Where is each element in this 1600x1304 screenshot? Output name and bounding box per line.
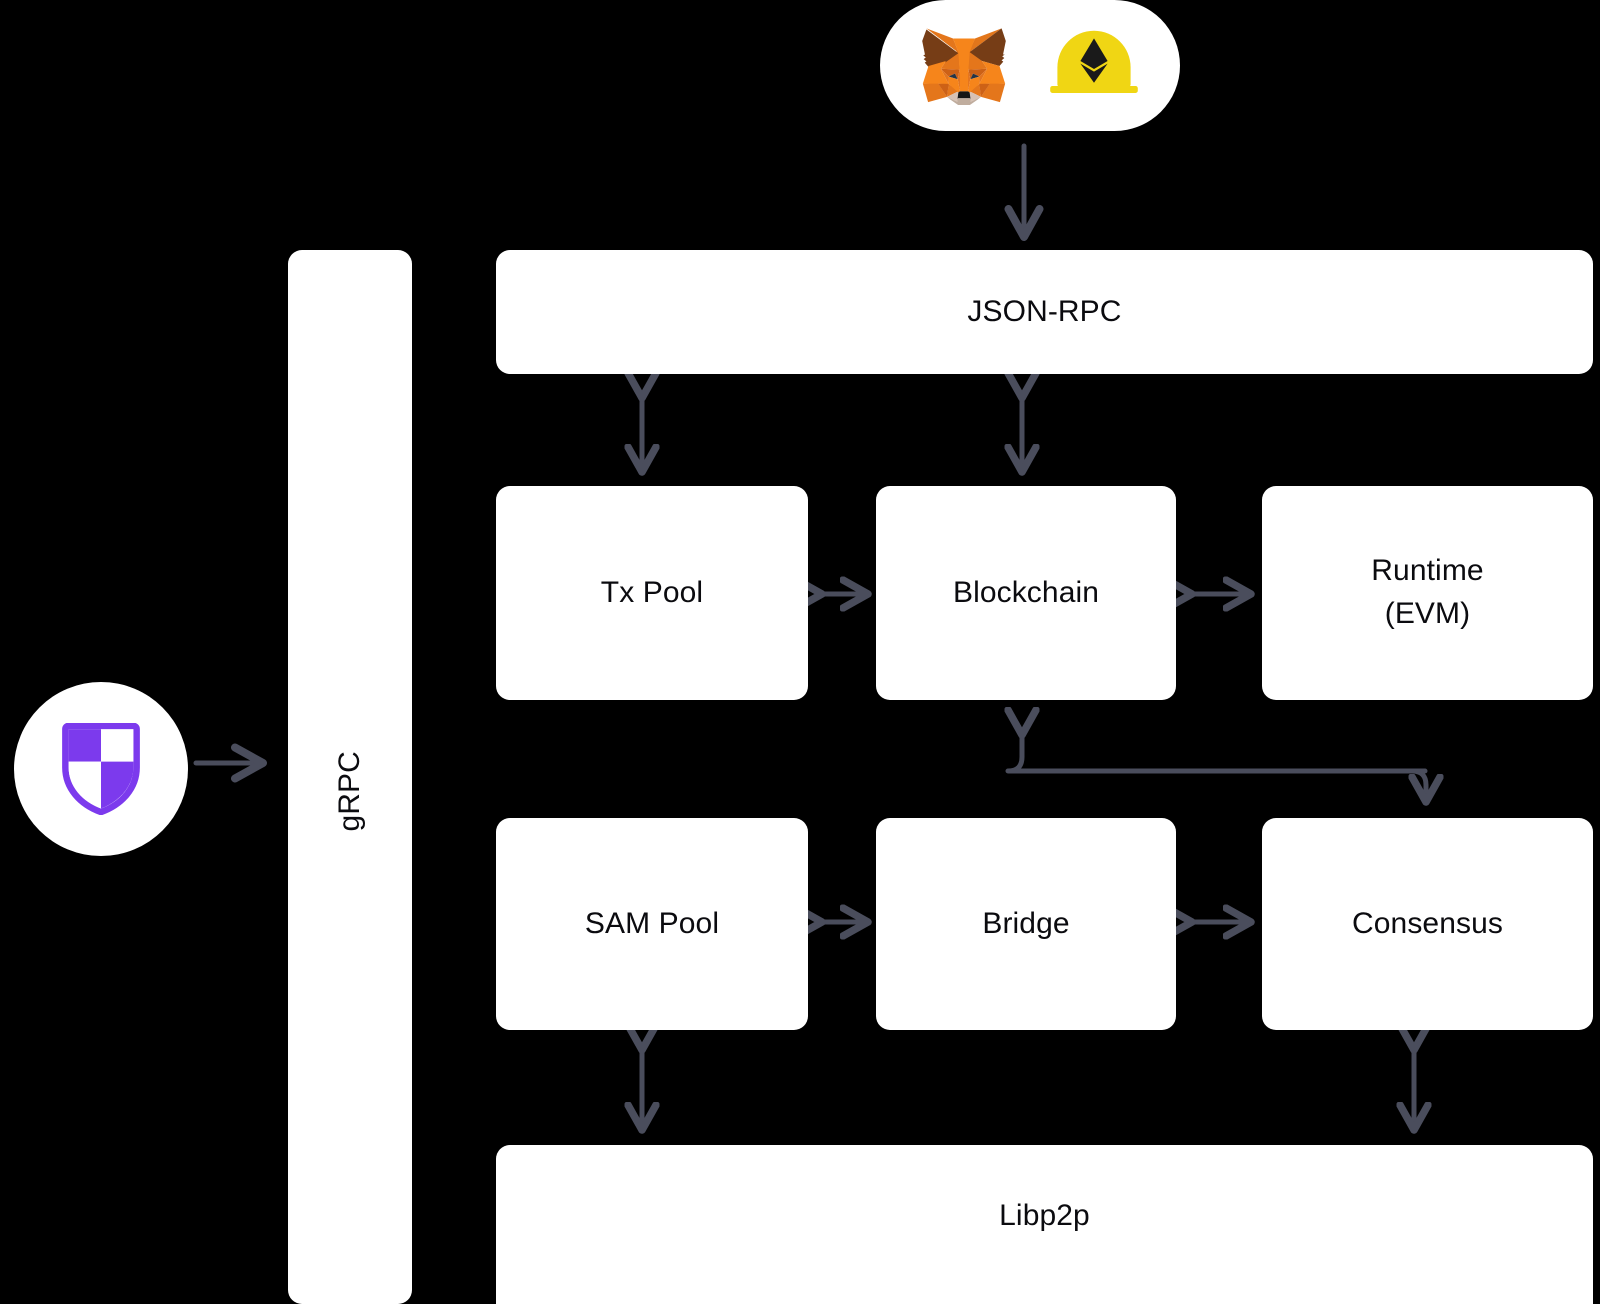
arrow-consensus-blockchain-elbow (1008, 733, 1428, 774)
arrow-consensus-blockchain-elbow-right (1005, 768, 1426, 800)
polygon-edge-badge (14, 682, 188, 856)
shield-icon (62, 723, 140, 815)
runtime-evm-box[interactable]: Runtime (EVM) (1262, 486, 1593, 700)
grpc-layer[interactable]: gRPC (288, 250, 412, 1304)
consensus-box[interactable]: Consensus (1262, 818, 1593, 1030)
runtime-label-line1: Runtime (1371, 554, 1484, 588)
blockchain-label: Blockchain (952, 575, 1100, 609)
sam-pool-label: SAM Pool (584, 906, 720, 940)
grpc-label: gRPC (332, 750, 366, 832)
hardhat-logo (1050, 30, 1138, 93)
tx-pool-label: Tx Pool (600, 575, 704, 609)
client-tools-pill (880, 0, 1180, 131)
metamask-logo (922, 27, 1006, 105)
json-rpc-label: JSON-RPC (967, 294, 1122, 328)
json-rpc-box[interactable]: JSON-RPC (496, 250, 1593, 374)
sam-pool-box[interactable]: SAM Pool (496, 818, 808, 1030)
tx-pool-box[interactable]: Tx Pool (496, 486, 808, 700)
blockchain-box[interactable]: Blockchain (876, 486, 1176, 700)
bridge-label: Bridge (982, 906, 1070, 940)
runtime-label-line2: (EVM) (1384, 597, 1471, 630)
libp2p-label: Libp2p (999, 1199, 1090, 1233)
consensus-label: Consensus (1352, 906, 1503, 940)
libp2p-box[interactable]: Libp2p (496, 1145, 1593, 1304)
bridge-box[interactable]: Bridge (876, 818, 1176, 1030)
architecture-diagram: gRPC JSON-RPC Tx Pool Blockchain Runtime… (0, 0, 1600, 1304)
